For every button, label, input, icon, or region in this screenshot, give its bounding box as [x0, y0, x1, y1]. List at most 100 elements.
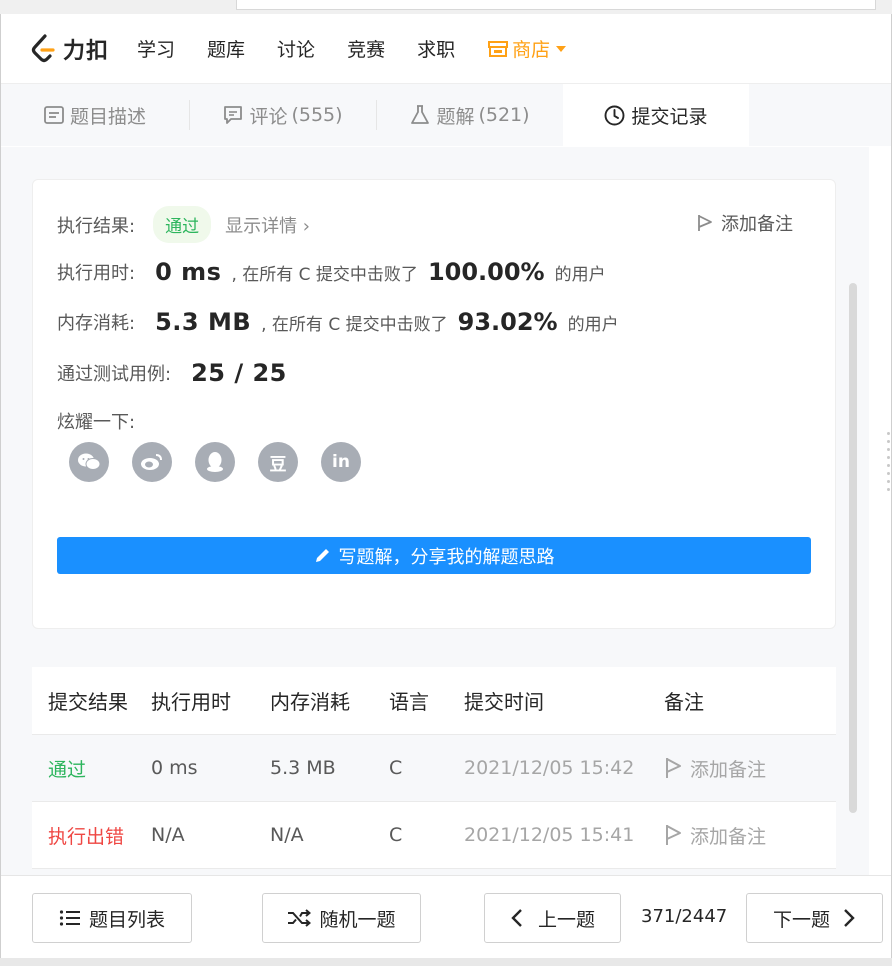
table-row — [32, 868, 836, 875]
douban-icon[interactable]: 豆 — [258, 442, 298, 482]
tab-bar: 题目描述 评论 (555) 题解 (521) 提交记录 — [1, 84, 891, 146]
row-language: C — [389, 824, 403, 846]
submission-panel: 执行结果: 通过 显示详情 › 添加备注 执行用时: 0 ms , 在所有 C … — [1, 147, 869, 875]
tab-submissions-label: 提交记录 — [631, 105, 708, 128]
submissions-table: 提交结果 执行用时 内存消耗 语言 提交时间 备注 通过 0 ms 5.3 MB… — [32, 667, 836, 875]
runtime-value: 0 ms — [155, 258, 222, 286]
status-label: 执行结果: — [57, 215, 136, 237]
row-add-note-button[interactable]: 添加备注 — [664, 822, 836, 849]
wechat-icon[interactable] — [69, 442, 109, 482]
leetcode-window: 力扣 学习 题库 讨论 竞赛 求职 商店 题目描述 评论 (555) 题解 (5… — [0, 14, 892, 958]
problem-list-button[interactable]: 题目列表 — [32, 893, 192, 943]
row-note-label: 添加备注 — [690, 825, 767, 848]
share-row: 炫耀一下: — [57, 408, 135, 434]
logo[interactable]: 力扣 — [31, 33, 109, 65]
weibo-icon[interactable] — [132, 442, 172, 482]
memory-text: , 在所有 C 提交中击败了 — [261, 314, 448, 335]
nav-item-discuss[interactable]: 讨论 — [277, 35, 315, 62]
next-problem-label: 下一题 — [772, 908, 830, 931]
tab-comments-count: (555) — [291, 104, 343, 126]
col-note: 备注 — [664, 690, 704, 714]
resize-handle[interactable] — [885, 432, 891, 502]
col-result: 提交结果 — [48, 690, 128, 714]
random-problem-label: 随机一题 — [319, 908, 396, 931]
shuffle-icon — [288, 909, 312, 927]
flag-icon — [698, 215, 712, 231]
qq-icon[interactable] — [195, 442, 235, 482]
flask-icon — [410, 105, 430, 125]
scrollbar[interactable] — [849, 283, 857, 813]
row-result[interactable]: 执行出错 — [32, 822, 151, 849]
row-result[interactable]: 通过 — [32, 755, 151, 782]
tab-description[interactable]: 题目描述 — [1, 84, 189, 146]
write-solution-button[interactable]: 写题解，分享我的解题思路 — [57, 537, 811, 574]
row-time: 2021/12/05 15:41 — [464, 824, 635, 846]
tab-solutions-label: 题解 — [436, 105, 475, 128]
linkedin-glyph: in — [332, 452, 350, 472]
nav-item-contest[interactable]: 竞赛 — [347, 35, 385, 62]
table-row[interactable]: 执行出错 N/A N/A C 2021/12/05 15:41 添加备注 — [32, 801, 836, 868]
nav-item-learn[interactable]: 学习 — [137, 35, 175, 62]
tab-submissions[interactable]: 提交记录 — [563, 84, 749, 146]
nav-item-shop[interactable]: 商店 — [487, 35, 567, 62]
row-runtime: N/A — [151, 824, 185, 846]
random-problem-button[interactable]: 随机一题 — [262, 893, 421, 943]
comment-icon — [223, 105, 243, 125]
add-note-button[interactable]: 添加备注 — [697, 210, 793, 236]
description-icon — [44, 106, 64, 124]
runtime-percent: 100.00% — [427, 258, 545, 286]
tab-comments[interactable]: 评论 (555) — [190, 84, 376, 146]
linkedin-icon[interactable]: in — [321, 442, 361, 482]
memory-row: 内存消耗: 5.3 MB , 在所有 C 提交中击败了 93.02% 的用户 — [57, 308, 619, 336]
top-nav: 力扣 学习 题库 讨论 竞赛 求职 商店 — [1, 14, 891, 84]
chevron-left-icon — [511, 909, 522, 927]
runtime-label: 执行用时: — [57, 263, 136, 284]
tab-solutions[interactable]: 题解 (521) — [377, 84, 563, 146]
nav-item-problems[interactable]: 题库 — [207, 35, 245, 62]
prev-problem-button[interactable]: 上一题 — [484, 893, 621, 943]
browser-top-strip — [0, 0, 892, 14]
problem-list-label: 题目列表 — [88, 908, 165, 931]
browser-tab-edge — [236, 0, 876, 10]
row-runtime: 0 ms — [151, 757, 198, 779]
leetcode-logo-icon — [31, 33, 55, 62]
row-note-label: 添加备注 — [690, 758, 767, 781]
clock-icon — [604, 105, 625, 126]
row-language: C — [389, 757, 403, 779]
tab-comments-label: 评论 — [249, 105, 288, 128]
memory-suffix: 的用户 — [567, 314, 619, 335]
tests-value: 25 / 25 — [191, 359, 287, 387]
browser-bottom-strip — [0, 958, 892, 966]
runtime-text: , 在所有 C 提交中击败了 — [231, 264, 418, 285]
share-label: 炫耀一下: — [57, 412, 136, 433]
footer-bar: 题目列表 随机一题 上一题 371/2447 下一题 — [1, 875, 891, 958]
result-card: 执行结果: 通过 显示详情 › 添加备注 执行用时: 0 ms , 在所有 C … — [32, 179, 836, 629]
next-problem-button[interactable]: 下一题 — [746, 893, 883, 943]
tab-solutions-count: (521) — [478, 104, 530, 126]
table-row[interactable]: 通过 0 ms 5.3 MB C 2021/12/05 15:42 添加备注 — [32, 734, 836, 801]
runtime-row: 执行用时: 0 ms , 在所有 C 提交中击败了 100.00% 的用户 — [57, 258, 606, 286]
row-memory: 5.3 MB — [270, 757, 336, 779]
col-memory: 内存消耗 — [270, 690, 350, 714]
shop-label: 商店 — [512, 39, 551, 61]
tab-description-label: 题目描述 — [69, 105, 146, 128]
pencil-icon — [315, 549, 329, 562]
memory-percent: 93.02% — [457, 308, 558, 336]
memory-label: 内存消耗: — [57, 313, 136, 334]
row-add-note-button[interactable]: 添加备注 — [664, 755, 836, 782]
row-memory: N/A — [270, 824, 304, 846]
result-status-row: 执行结果: 通过 显示详情 › — [57, 206, 310, 243]
list-icon — [59, 910, 80, 926]
add-note-label: 添加备注 — [721, 214, 793, 235]
show-details-link[interactable]: 显示详情 › — [225, 212, 310, 238]
flag-icon — [666, 758, 681, 778]
memory-value: 5.3 MB — [155, 308, 252, 336]
table-header: 提交结果 执行用时 内存消耗 语言 提交时间 备注 — [32, 667, 836, 734]
row-time: 2021/12/05 15:42 — [464, 757, 635, 779]
col-language: 语言 — [389, 690, 429, 714]
runtime-suffix: 的用户 — [554, 264, 606, 285]
prev-problem-label: 上一题 — [537, 908, 595, 931]
tests-row: 通过测试用例: 25 / 25 — [57, 359, 297, 387]
chevron-down-icon — [556, 45, 567, 52]
nav-item-jobs[interactable]: 求职 — [417, 35, 455, 62]
